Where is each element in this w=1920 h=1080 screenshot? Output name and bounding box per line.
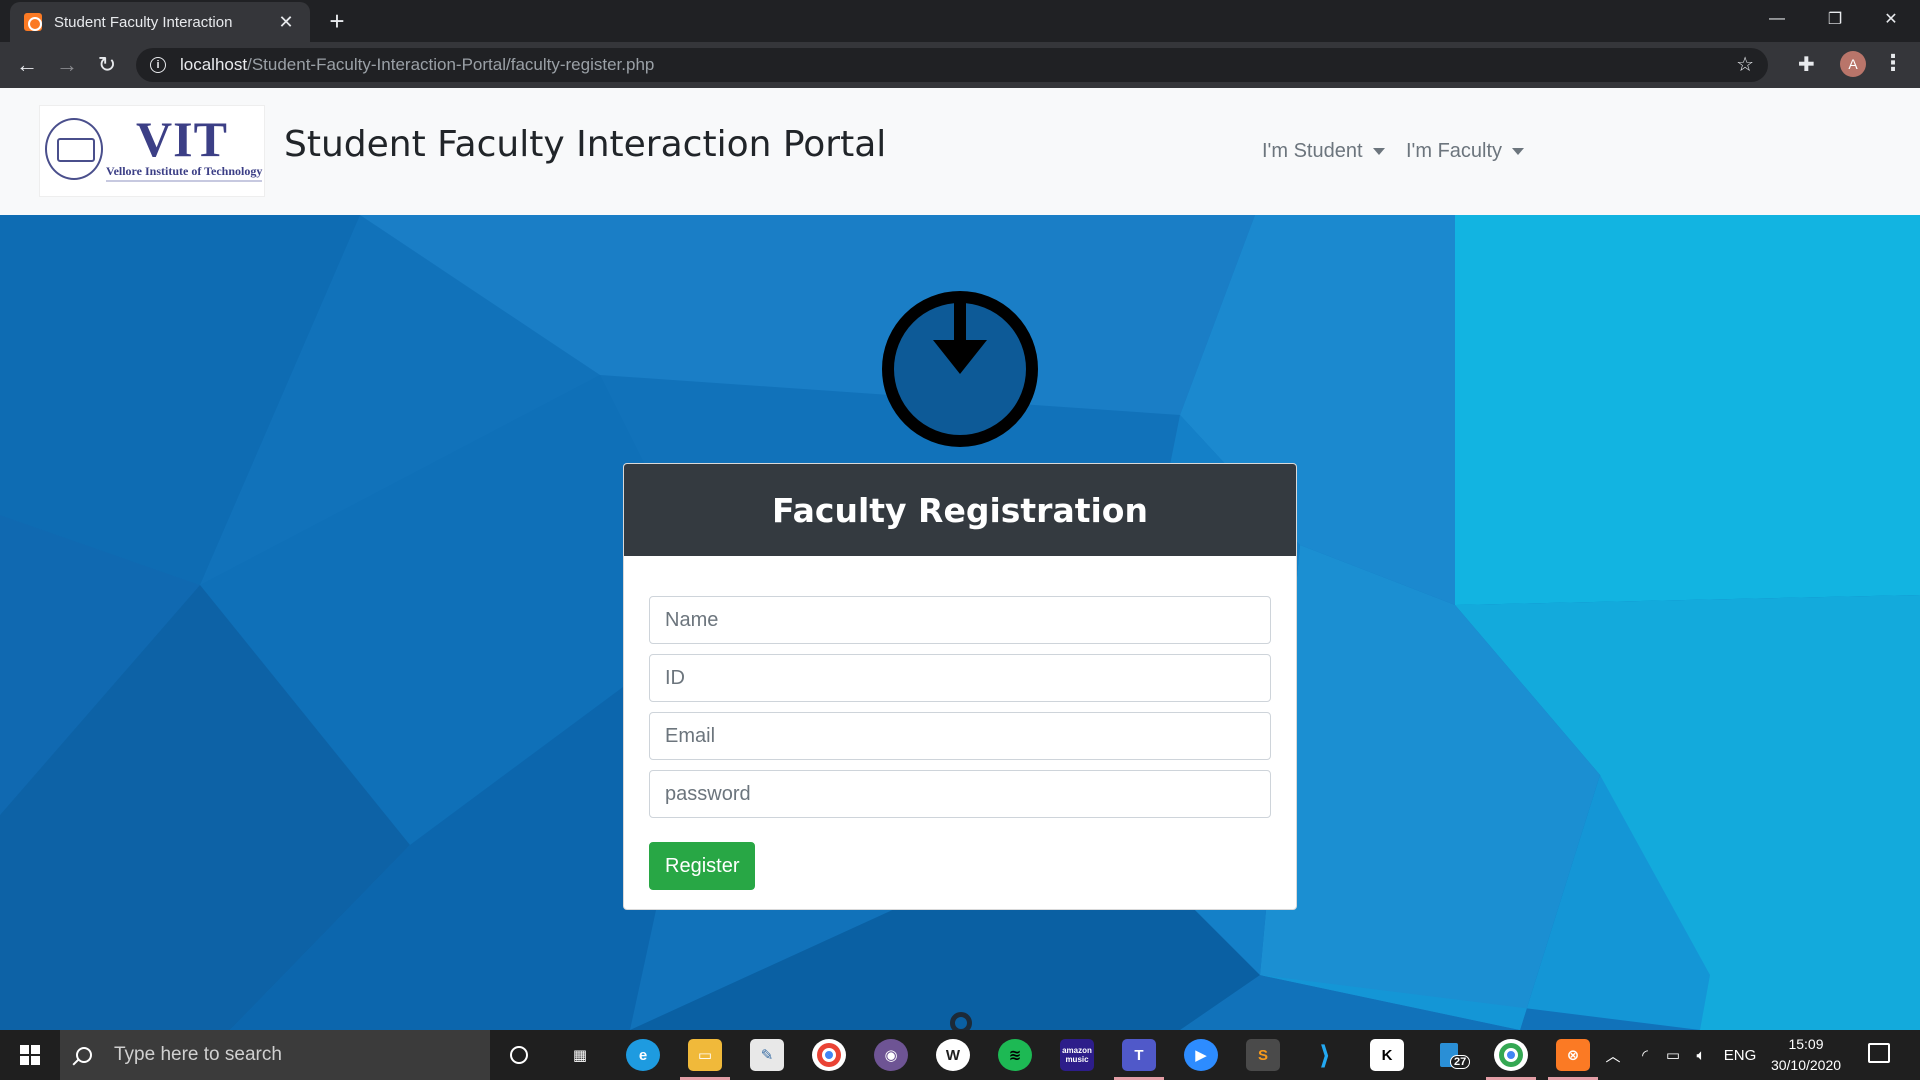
tab-close-icon[interactable]: ✕: [276, 12, 296, 33]
browser-toolbar: ← → ↻ i localhost/Student-Faculty-Intera…: [0, 42, 1920, 88]
kodi-app-icon[interactable]: K: [1370, 1039, 1404, 1071]
close-window-icon[interactable]: ✕: [1862, 0, 1920, 38]
taskbar-clock[interactable]: 15:09 30/10/2020: [1764, 1034, 1848, 1076]
spotify-icon[interactable]: ≋: [998, 1039, 1032, 1071]
profile-avatar[interactable]: A: [1840, 51, 1866, 77]
reload-icon[interactable]: ↻: [92, 50, 122, 80]
forward-arrow-icon[interactable]: →: [52, 50, 82, 80]
browser-menu-icon[interactable]: ⋮: [1882, 50, 1904, 76]
vscode-icon[interactable]: ⟩: [1308, 1039, 1342, 1071]
back-arrow-icon[interactable]: ←: [12, 50, 42, 80]
site-info-icon[interactable]: i: [150, 57, 166, 73]
start-button[interactable]: [0, 1030, 60, 1080]
url-text: localhost/Student-Faculty-Interaction-Po…: [180, 55, 654, 75]
new-tab-button[interactable]: +: [322, 8, 352, 34]
edge-browser-icon[interactable]: e: [626, 1039, 660, 1071]
minimize-window-icon[interactable]: —: [1748, 0, 1806, 38]
restore-window-icon[interactable]: ❐: [1806, 0, 1864, 38]
volume-icon[interactable]: 🔈︎: [1688, 1030, 1714, 1080]
bookmark-star-icon[interactable]: ☆: [1736, 52, 1754, 77]
xampp-favicon-icon: [24, 13, 42, 31]
github-desktop-icon[interactable]: ◉: [874, 1039, 908, 1071]
logo-subtitle: Vellore Institute of Technology: [106, 164, 263, 178]
site-brand-title[interactable]: Student Faculty Interaction Portal: [284, 124, 886, 165]
chrome-profile-icon[interactable]: [1486, 1039, 1536, 1080]
vit-seal-icon: [45, 118, 103, 180]
notepad-icon[interactable]: ✎: [750, 1039, 784, 1071]
caret-down-icon: [1512, 148, 1525, 155]
clock-date: 30/10/2020: [1770, 1057, 1842, 1073]
vit-logo[interactable]: VIT Vellore Institute of Technology: [39, 105, 265, 197]
cortana-icon[interactable]: [502, 1039, 536, 1071]
card-body: Register: [624, 556, 1296, 890]
zoom-icon[interactable]: ▶: [1184, 1039, 1218, 1071]
site-navbar: VIT Vellore Institute of Technology Stud…: [0, 88, 1920, 215]
email-input[interactable]: [649, 712, 1271, 760]
browser-tab-strip: Student Faculty Interaction ✕ + — ❐ ✕: [0, 0, 1920, 42]
password-input[interactable]: [649, 770, 1271, 818]
hero-background: Faculty Registration Register: [0, 215, 1920, 1030]
register-button[interactable]: Register: [649, 842, 756, 890]
clock-time: 15:09: [1788, 1036, 1824, 1052]
windows-logo-icon: [20, 1045, 40, 1065]
chrome-icon[interactable]: [812, 1039, 846, 1071]
word-app-icon[interactable]: W: [936, 1039, 970, 1071]
browser-tab[interactable]: Student Faculty Interaction ✕: [10, 2, 310, 42]
show-hidden-icons-chevron-up-icon[interactable]: ︿: [1600, 1030, 1626, 1080]
task-view-icon[interactable]: ▦: [563, 1039, 597, 1071]
notification-badge: 27: [1450, 1055, 1471, 1069]
download-circle-icon: [882, 291, 1038, 447]
registration-card: Faculty Registration Register: [623, 463, 1297, 910]
wifi-icon[interactable]: ◜: [1632, 1030, 1658, 1080]
windows-taskbar: Type here to search ▦ e ▭ ✎ ◉ W ≋ amazon…: [0, 1030, 1920, 1080]
file-explorer-icon[interactable]: ▭: [680, 1039, 730, 1080]
taskbar-search-box[interactable]: Type here to search: [60, 1030, 490, 1080]
loading-ring-icon: [950, 1012, 972, 1030]
amazon-music-icon[interactable]: amazon music: [1060, 1039, 1094, 1071]
nav-dropdown-student[interactable]: I'm Student: [1262, 140, 1385, 163]
logo-divider: [106, 180, 262, 182]
card-header: Faculty Registration: [624, 464, 1296, 556]
caret-down-icon: [1372, 148, 1385, 155]
logo-text: VIT: [136, 111, 228, 167]
battery-icon[interactable]: ▭: [1660, 1030, 1686, 1080]
url-host: localhost: [180, 55, 248, 74]
address-bar[interactable]: i localhost/Student-Faculty-Interaction-…: [136, 48, 1768, 82]
xampp-icon[interactable]: ⊗: [1548, 1039, 1598, 1080]
search-icon: [76, 1047, 92, 1063]
nav-dropdown-faculty[interactable]: I'm Faculty: [1406, 140, 1525, 163]
file-manager-icon[interactable]: 27: [1432, 1039, 1471, 1071]
url-path: /Student-Faculty-Interaction-Portal/facu…: [247, 55, 655, 74]
sublime-text-icon[interactable]: S: [1246, 1039, 1280, 1071]
id-input[interactable]: [649, 654, 1271, 702]
nav-dropdown-student-label: I'm Student: [1262, 140, 1363, 162]
form-title: Faculty Registration: [772, 490, 1148, 530]
taskbar-search-placeholder: Type here to search: [114, 1044, 282, 1065]
extensions-puzzle-icon[interactable]: ✚: [1798, 52, 1815, 77]
nav-dropdown-faculty-label: I'm Faculty: [1406, 140, 1503, 162]
name-input[interactable]: [649, 596, 1271, 644]
tab-title: Student Faculty Interaction: [54, 13, 233, 31]
input-language-indicator[interactable]: ENG: [1720, 1030, 1760, 1080]
action-center-icon[interactable]: [1868, 1043, 1890, 1063]
teams-icon[interactable]: T: [1114, 1039, 1164, 1080]
